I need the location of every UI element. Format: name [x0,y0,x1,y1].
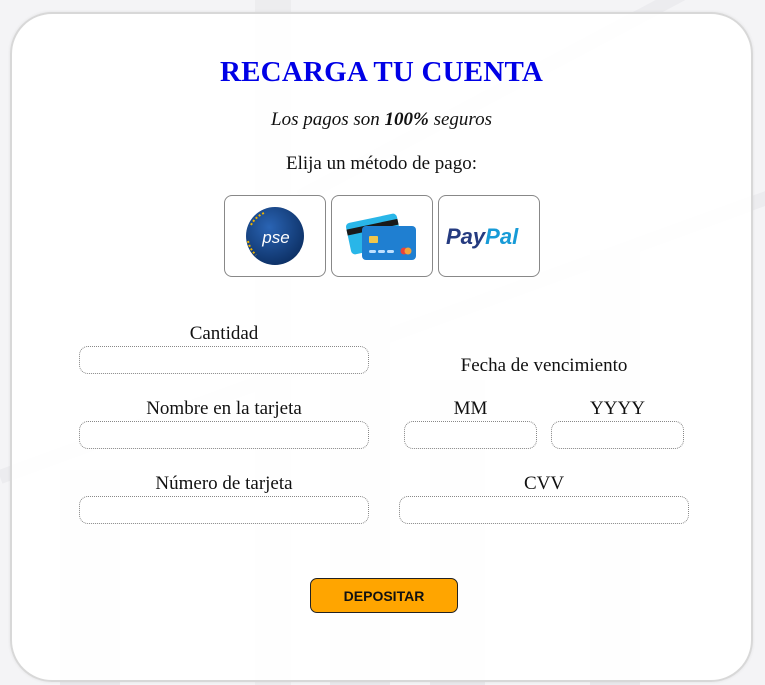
month-label: MM [453,398,488,419]
cvv-input[interactable] [399,496,689,524]
payment-method-label: Elija un método de pago: [285,153,477,174]
card-number-input[interactable] [79,496,369,524]
svg-text:PayPal: PayPal [446,224,519,249]
credit-cards-icon [345,213,416,260]
security-note-suffix: seguros [428,109,492,130]
security-note: Los pagos son 100% seguros [12,109,751,131]
month-input[interactable] [404,421,537,449]
amount-label: Cantidad [189,323,259,344]
cvv-label: CVV [523,473,565,494]
deposit-button[interactable]: DEPOSITAR [310,578,458,613]
deposit-card: RECARGA TU CUENTA Los pagos son 100% seg… [10,12,753,682]
amount-input[interactable] [79,346,369,374]
card-name-label: Nombre en la tarjeta [146,398,302,419]
card-number-label: Número de tarjeta [155,473,293,494]
expiry-label: Fecha de vencimiento [460,355,628,376]
security-note-prefix: Los pagos son [271,109,385,130]
payment-method-pse[interactable]: pse [224,195,326,277]
payment-method-paypal[interactable]: PayPal [438,195,540,277]
page-title: RECARGA TU CUENTA [220,56,543,88]
year-input[interactable] [551,421,684,449]
pse-logo-icon: pse [246,207,304,265]
svg-text:pse: pse [261,228,289,247]
year-label: YYYY [590,398,645,419]
security-note-percent: 100% [384,109,429,130]
payment-method-list: pse PayPal [224,195,540,277]
paypal-logo-icon: PayPal [446,224,519,249]
card-name-input[interactable] [79,421,369,449]
payment-method-card[interactable] [331,195,433,277]
